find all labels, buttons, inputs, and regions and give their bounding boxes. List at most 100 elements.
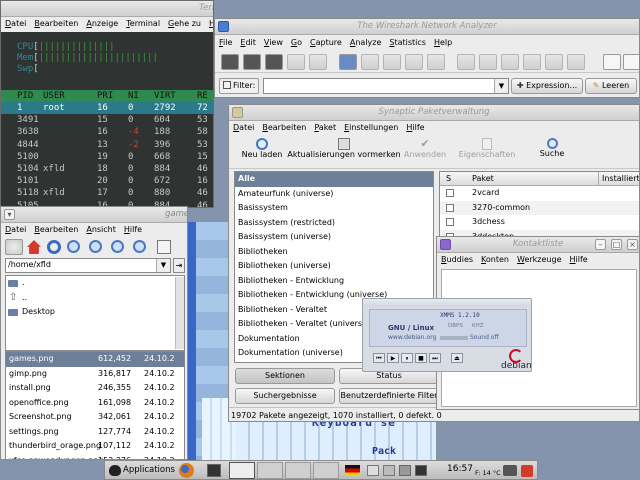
syn-menu-paket[interactable]: Paket bbox=[310, 121, 340, 135]
section-item[interactable]: Basissystem (universe) bbox=[235, 230, 433, 245]
ws-menu-go[interactable]: Go bbox=[287, 36, 306, 50]
process-row[interactable]: 5118 xfld 17 0 880 46 bbox=[1, 187, 213, 199]
custom-filters-button[interactable]: Benutzerdefinierte Filter bbox=[339, 388, 439, 404]
monitor-icon[interactable] bbox=[415, 465, 427, 476]
contacts-titlebar[interactable]: Kontaktliste – □ × bbox=[437, 237, 639, 253]
ws-menu-view[interactable]: View bbox=[260, 36, 287, 50]
eject-icon[interactable]: ⏏ bbox=[451, 353, 463, 363]
package-checkbox[interactable] bbox=[446, 203, 454, 212]
logout-icon[interactable] bbox=[521, 465, 533, 477]
section-item[interactable]: Basissystem (restricted) bbox=[235, 216, 433, 231]
process-row[interactable]: 4844 13 -2 396 53 bbox=[1, 139, 213, 151]
capture-restart-icon[interactable] bbox=[309, 54, 327, 70]
find-icon[interactable] bbox=[457, 54, 475, 70]
fm-menu-hilfe[interactable]: Hilfe bbox=[120, 223, 146, 237]
close-icon[interactable] bbox=[383, 54, 401, 70]
refresh-icon[interactable] bbox=[47, 240, 61, 254]
workspace-2[interactable] bbox=[285, 462, 311, 479]
col-installed[interactable]: Installierte bbox=[598, 172, 639, 186]
fullscreen-icon[interactable] bbox=[157, 240, 171, 254]
forward-arrow-icon[interactable] bbox=[501, 54, 519, 70]
back-icon[interactable] bbox=[5, 239, 23, 255]
process-row[interactable]: 1 root 16 0 2792 72 bbox=[1, 102, 213, 115]
section-item[interactable]: Bibliotheken (universe) bbox=[235, 259, 433, 274]
network-icon[interactable] bbox=[383, 465, 395, 476]
fm-menu-ansicht[interactable]: Ansicht bbox=[82, 223, 120, 237]
xmms-volume-slider[interactable] bbox=[440, 336, 468, 340]
package-row[interactable]: 3270-common bbox=[440, 200, 639, 215]
wireshark-titlebar[interactable]: The Wireshark Network Analyzer bbox=[215, 19, 639, 35]
interfaces-icon[interactable] bbox=[221, 54, 239, 70]
search-button[interactable]: Suche bbox=[531, 138, 573, 166]
play-icon[interactable]: ▶ bbox=[387, 353, 399, 363]
file-row[interactable]: games.png 612,452 24.10.2 bbox=[6, 352, 184, 367]
file-row[interactable]: gimp.png 316,817 24.10.2 bbox=[6, 367, 184, 382]
col-package[interactable]: Paket bbox=[472, 172, 494, 186]
tree-item[interactable]: . bbox=[6, 276, 184, 291]
pause-icon[interactable]: ⏸ bbox=[401, 353, 413, 363]
file-row[interactable]: Screenshot.png 342,061 24.10.2 bbox=[6, 410, 184, 425]
workspace-1[interactable] bbox=[257, 462, 283, 479]
german-flag-icon[interactable] bbox=[345, 465, 360, 476]
terminal-menu-terminal[interactable]: Terminal bbox=[122, 17, 164, 31]
close-icon[interactable]: × bbox=[627, 239, 638, 250]
process-row[interactable]: 3638 16 -4 188 58 bbox=[1, 126, 213, 138]
syn-menu-datei[interactable]: Datei bbox=[229, 121, 258, 135]
mark-upgrades-button[interactable]: Aktualisierungen vormerken bbox=[287, 138, 401, 166]
terminal-menu-gehe-zu[interactable]: Gehe zu bbox=[164, 17, 205, 31]
zoom-out-icon[interactable] bbox=[89, 240, 102, 253]
ws-menu-file[interactable]: File bbox=[215, 36, 236, 50]
terminal-window[interactable]: Terminal - xfld@xfld: ~ DateiBearbeitenA… bbox=[0, 0, 214, 208]
ws-menu-capture[interactable]: Capture bbox=[306, 36, 346, 50]
filter-input[interactable]: ▼ bbox=[263, 78, 509, 94]
contacts-menu-werkzeuge[interactable]: Werkzeuge bbox=[513, 253, 566, 267]
terminal-launcher-icon[interactable] bbox=[207, 464, 221, 477]
minimize-icon[interactable]: ▾ bbox=[4, 209, 15, 220]
clock[interactable]: 16:57 bbox=[447, 464, 473, 474]
file-row[interactable]: thunderbird_orage.png 107,112 24.10.2 bbox=[6, 439, 184, 454]
process-row[interactable]: 5104 xfld 18 0 884 46 bbox=[1, 163, 213, 175]
autoscroll-icon[interactable] bbox=[623, 54, 639, 70]
next-icon[interactable]: ⏭ bbox=[429, 353, 441, 363]
weather-temp[interactable]: F: 14 °C bbox=[475, 469, 501, 477]
terminal-menu-bearbeiten[interactable]: Bearbeiten bbox=[30, 17, 82, 31]
home-icon[interactable] bbox=[27, 240, 41, 254]
section-item[interactable]: Amateurfunk (universe) bbox=[235, 187, 433, 202]
sections-button[interactable]: Sektionen bbox=[235, 368, 335, 384]
last-packet-icon[interactable] bbox=[567, 54, 585, 70]
workspace-3[interactable] bbox=[313, 462, 339, 479]
process-row[interactable]: 3491 15 0 604 53 bbox=[1, 114, 213, 126]
search-results-button[interactable]: Suchergebnisse bbox=[235, 388, 335, 404]
xmms-titlebar[interactable] bbox=[363, 299, 531, 307]
section-item[interactable]: Alle bbox=[235, 172, 433, 187]
expression-button[interactable]: ✚ Expression... bbox=[511, 78, 583, 94]
fm-file-list[interactable]: games.png 612,452 24.10.2 gimp.png 316,817 24… bbox=[5, 351, 185, 459]
colorize-icon[interactable] bbox=[603, 54, 621, 70]
package-checkbox[interactable] bbox=[446, 189, 454, 197]
tree-item[interactable]: Desktop bbox=[6, 305, 184, 320]
maximize-icon[interactable]: □ bbox=[611, 239, 622, 250]
clear-button[interactable]: ✎ Leeren bbox=[585, 78, 637, 94]
first-packet-icon[interactable] bbox=[545, 54, 563, 70]
reload-button[interactable]: Neu laden bbox=[237, 138, 287, 166]
terminal-menu-anzeige[interactable]: Anzeige bbox=[82, 17, 122, 31]
section-item[interactable]: Bibliotheken bbox=[235, 245, 433, 260]
zoom-100-icon[interactable] bbox=[133, 240, 146, 253]
camera-icon[interactable] bbox=[503, 465, 517, 476]
contacts-menu-buddies[interactable]: Buddies bbox=[437, 253, 477, 267]
terminal-content[interactable]: CPU[|||||||||||||| Mem[|||||||||||||||||… bbox=[1, 32, 213, 207]
minimize-icon[interactable]: – bbox=[595, 239, 606, 250]
col-status[interactable]: S bbox=[446, 172, 451, 186]
syn-menu-hilfe[interactable]: Hilfe bbox=[402, 121, 428, 135]
terminal-menu-hilfe[interactable]: He bbox=[205, 17, 213, 31]
print-icon[interactable] bbox=[427, 54, 445, 70]
contacts-menu-konten[interactable]: Konten bbox=[477, 253, 513, 267]
fm-menu-datei[interactable]: Datei bbox=[1, 223, 30, 237]
apply-button[interactable]: ✔ Anwenden bbox=[401, 138, 449, 166]
contacts-menu-hilfe[interactable]: Hilfe bbox=[566, 253, 592, 267]
syn-menu-einstellungen[interactable]: Einstellungen bbox=[340, 121, 402, 135]
fm-menu-bearbeiten[interactable]: Bearbeiten bbox=[30, 223, 82, 237]
ws-menu-help[interactable]: Help bbox=[430, 36, 456, 50]
synaptic-titlebar[interactable]: Synaptic Paketverwaltung bbox=[229, 105, 639, 121]
capture-options-icon[interactable] bbox=[243, 54, 261, 70]
